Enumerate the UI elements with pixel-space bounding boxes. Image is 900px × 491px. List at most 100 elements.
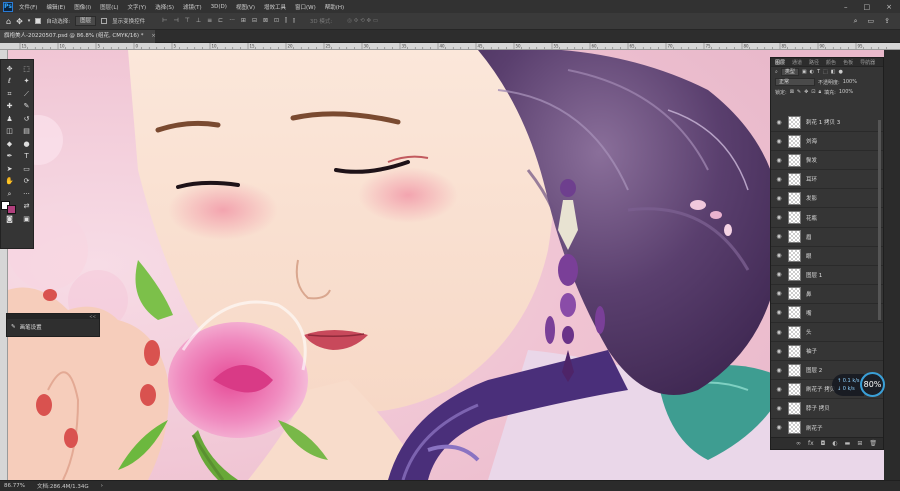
type-tool-icon[interactable]: T: [21, 151, 33, 162]
mask-icon[interactable]: ◘: [821, 440, 826, 447]
layer-row[interactable]: ◉ 鼻: [771, 285, 883, 304]
eye-icon[interactable]: ◉: [774, 424, 784, 431]
color-swatches[interactable]: [1, 200, 18, 214]
distribute-h-icon[interactable]: ⊟: [252, 17, 257, 25]
shape-tool-icon[interactable]: ▭: [21, 164, 33, 175]
document-info[interactable]: 文档:286.4M/1.34G: [37, 482, 89, 490]
tab-color[interactable]: 颜色: [826, 59, 836, 66]
more-options-icon[interactable]: ···: [229, 17, 235, 25]
menu-file[interactable]: 文件(F): [19, 3, 37, 11]
ruler-horizontal[interactable]: 15 10 5 0 5 10 15 20 25 30 35 40 45 50 55 60 65 70 75 80 85 9…: [0, 43, 900, 50]
lock-paint-icon[interactable]: ✎: [797, 89, 801, 95]
layers-scrollbar[interactable]: [878, 120, 881, 320]
close-window-button[interactable]: ×: [886, 3, 892, 11]
eye-icon[interactable]: ◉: [774, 157, 784, 164]
layer-row[interactable]: ◉ 刺花 1 拷贝 3: [771, 113, 883, 133]
layer-row[interactable]: ◉ 图层 1: [771, 266, 883, 285]
eye-icon[interactable]: ◉: [774, 309, 784, 316]
zoom-tool-icon[interactable]: ⌕: [4, 189, 16, 200]
clone-stamp-icon[interactable]: ♟: [4, 114, 16, 125]
lock-artboard-icon[interactable]: ⊡: [811, 89, 815, 95]
align-bottom-icon[interactable]: ⊏: [218, 17, 223, 25]
eye-icon[interactable]: ◉: [774, 367, 784, 374]
opacity-field[interactable]: 100%: [843, 79, 857, 85]
search-icon[interactable]: ⌕: [854, 17, 858, 26]
layer-row[interactable]: ◉ 花瓶: [771, 208, 883, 228]
filter-type-icon[interactable]: T: [817, 69, 820, 75]
tab-paths[interactable]: 路径: [809, 59, 819, 66]
minimize-button[interactable]: –: [844, 3, 848, 11]
transform-controls-checkbox[interactable]: [101, 18, 108, 24]
layer-row[interactable]: ◉ 刘海: [771, 132, 883, 152]
menu-select[interactable]: 选择(S): [155, 3, 174, 11]
menu-3d[interactable]: 3D(D): [211, 4, 227, 10]
eye-icon[interactable]: ◉: [774, 271, 784, 278]
blur-tool-icon[interactable]: ◆: [4, 139, 16, 150]
eye-icon[interactable]: ◉: [774, 119, 784, 126]
lock-position-icon[interactable]: ✥: [804, 89, 808, 95]
align-middle-icon[interactable]: ≡: [207, 17, 212, 25]
eyedropper-tool-icon[interactable]: ⟋: [21, 89, 33, 100]
magic-wand-tool-icon[interactable]: ✦: [21, 76, 33, 87]
eye-icon[interactable]: ◉: [774, 176, 784, 183]
share-icon[interactable]: ⇪: [884, 17, 890, 26]
brush-tool-icon[interactable]: ✎: [21, 101, 33, 112]
layer-row[interactable]: ◉ 脖子 拷贝: [771, 399, 883, 419]
eye-icon[interactable]: ◉: [774, 138, 784, 145]
pen-tool-icon[interactable]: ✒: [4, 151, 16, 162]
distribute-right-icon[interactable]: ⫾: [293, 17, 295, 25]
menu-edit[interactable]: 编辑(E): [46, 3, 65, 11]
filter-shape-icon[interactable]: ⬚: [823, 69, 828, 75]
zoom-level[interactable]: 86.77%: [4, 483, 25, 489]
tab-navigator[interactable]: 导航器: [860, 59, 875, 66]
canvas[interactable]: [8, 50, 892, 480]
menu-plugins[interactable]: 增效工具: [264, 3, 286, 11]
menu-image[interactable]: 图像(I): [74, 3, 91, 11]
tab-layers[interactable]: 图层: [775, 59, 785, 66]
workspace-icon[interactable]: ▭: [868, 17, 875, 26]
background-color[interactable]: [7, 204, 16, 214]
auto-select-dropdown[interactable]: 图层: [75, 16, 97, 26]
menu-help[interactable]: 帮助(H): [325, 3, 344, 11]
layer-row[interactable]: ◉ 鬓发: [771, 151, 883, 171]
adjustment-icon[interactable]: ◐: [832, 440, 837, 447]
rotate-view-icon[interactable]: ⟳: [21, 176, 33, 187]
lock-all-icon[interactable]: 🔒︎: [819, 89, 822, 95]
layer-row[interactable]: ◉ 头: [771, 323, 883, 343]
chevron-down-icon[interactable]: ▾: [28, 18, 31, 24]
eye-icon[interactable]: ◉: [774, 233, 784, 240]
home-icon[interactable]: ⌂: [6, 17, 11, 26]
filter-adjust-icon[interactable]: ◐: [810, 69, 814, 75]
status-chevron-icon[interactable]: ›: [101, 483, 103, 489]
layer-row[interactable]: ◉ 嘴: [771, 304, 883, 324]
gradient-tool-icon[interactable]: ▤: [21, 126, 33, 137]
lasso-tool-icon[interactable]: ℓ: [4, 76, 16, 87]
close-tab-icon[interactable]: ×: [151, 33, 156, 39]
marquee-tool-icon[interactable]: ⬚: [21, 64, 33, 75]
screen-mode-icon[interactable]: ▣: [21, 214, 33, 225]
align-center-icon[interactable]: ⊣: [173, 17, 178, 25]
brush-settings-title[interactable]: 画笔设置: [20, 323, 42, 331]
maximize-button[interactable]: □: [864, 3, 871, 11]
eye-icon[interactable]: ◉: [774, 195, 784, 202]
lock-transparency-icon[interactable]: ⊠: [790, 89, 794, 95]
menu-view[interactable]: 视图(V): [236, 3, 255, 11]
eye-icon[interactable]: ◉: [774, 214, 784, 221]
menu-window[interactable]: 窗口(W): [295, 3, 316, 11]
blend-mode-dropdown[interactable]: 正常: [775, 78, 815, 86]
path-select-icon[interactable]: ➤: [4, 164, 16, 175]
tab-swatches[interactable]: 色板: [843, 59, 853, 66]
distribute-left-icon[interactable]: ⫿: [285, 17, 287, 25]
layer-kind-dropdown[interactable]: 类型: [780, 68, 799, 76]
layer-row[interactable]: ◉ 眉: [771, 228, 883, 247]
eye-icon[interactable]: ◉: [774, 348, 784, 355]
eye-icon[interactable]: ◉: [774, 405, 784, 412]
align-right-icon[interactable]: ⊤: [185, 17, 190, 25]
trash-icon[interactable]: 🗑︎: [869, 440, 877, 447]
layer-row[interactable]: ◉ 发影: [771, 189, 883, 209]
swap-colors-icon[interactable]: ⇄: [21, 201, 33, 212]
menu-layer[interactable]: 图层(L): [100, 3, 118, 11]
performance-widget[interactable]: ↑ 0.1 k/s ↓ 0 k/s 80%: [832, 371, 886, 399]
folder-icon[interactable]: ▬: [845, 440, 851, 447]
menu-type[interactable]: 文字(Y): [128, 3, 147, 11]
